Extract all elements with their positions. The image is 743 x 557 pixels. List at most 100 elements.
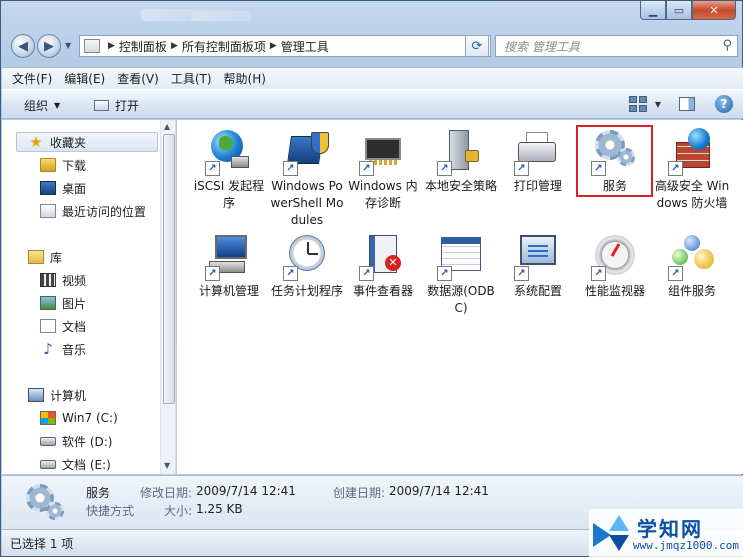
nav-item-music[interactable]: ♪ 音乐 bbox=[40, 339, 86, 359]
breadcrumb-admin-tools[interactable]: 管理工具 bbox=[281, 38, 329, 55]
command-bar: 组织 ▼ 打开 ▼ ? bbox=[2, 89, 743, 119]
nav-item-computer[interactable]: 计算机 bbox=[28, 385, 86, 405]
close-button[interactable]: ✕ bbox=[692, 1, 736, 20]
pictures-icon bbox=[40, 296, 56, 310]
scroll-down-icon[interactable]: ▼ bbox=[164, 461, 170, 470]
nav-item-drive-c[interactable]: Win7 (C:) bbox=[40, 408, 118, 428]
menu-edit[interactable]: 编辑(E) bbox=[64, 70, 105, 87]
nav-item-libraries[interactable]: 库 bbox=[28, 247, 62, 267]
nav-label: 最近访问的位置 bbox=[62, 204, 147, 219]
services-gear-icon: ↗ bbox=[591, 128, 639, 176]
search-input[interactable]: 搜索 管理工具 ⚲ bbox=[495, 35, 738, 57]
details-name: 服务 bbox=[86, 486, 111, 500]
document-icon bbox=[40, 319, 56, 333]
nav-item-favorites[interactable]: ★ 收藏夹 bbox=[28, 132, 86, 152]
change-view-icon[interactable] bbox=[628, 96, 647, 112]
memory-chip-icon: ↗ bbox=[359, 128, 407, 176]
firewall-icon: ↗ bbox=[668, 128, 716, 176]
menu-view[interactable]: 查看(V) bbox=[117, 70, 159, 87]
iscsi-icon: ↗ bbox=[205, 128, 253, 176]
open-button[interactable]: 打开 bbox=[94, 97, 139, 114]
nav-item-drive-e[interactable]: 文档 (E:) bbox=[40, 454, 111, 474]
item-services[interactable]: ↗ 服务 bbox=[577, 128, 653, 195]
item-label: 计算机管理 bbox=[198, 284, 259, 298]
chevron-right-icon[interactable]: ▶ bbox=[171, 41, 178, 51]
breadcrumb-all-items[interactable]: 所有控制面板项 bbox=[182, 38, 266, 55]
details-size-label: 大小: bbox=[164, 504, 193, 518]
windows-drive-icon bbox=[40, 411, 56, 425]
maximize-button[interactable]: ▭ bbox=[666, 1, 692, 20]
library-icon bbox=[28, 250, 44, 264]
minimize-button[interactable]: ▁ bbox=[640, 1, 666, 20]
scroll-up-icon[interactable]: ▲ bbox=[164, 122, 170, 131]
item-label: Windows PowerShell Modules bbox=[270, 179, 344, 227]
item-component-services[interactable]: ↗ 组件服务 bbox=[654, 233, 730, 300]
nav-item-videos[interactable]: 视频 bbox=[40, 270, 86, 290]
nav-scrollbar[interactable]: ▲ ▼ bbox=[160, 120, 175, 474]
music-note-icon: ♪ bbox=[43, 340, 53, 358]
services-gear-icon bbox=[24, 482, 64, 522]
item-odbc[interactable]: ↗ 数据源(ODBC) bbox=[423, 233, 499, 317]
item-memory-diagnostic[interactable]: ↗ Windows 内存诊断 bbox=[345, 128, 421, 212]
item-print-management[interactable]: ↗ 打印管理 bbox=[500, 128, 576, 195]
item-label: Windows 内存诊断 bbox=[348, 179, 418, 210]
menu-help[interactable]: 帮助(H) bbox=[224, 70, 266, 87]
nav-label: 音乐 bbox=[62, 342, 87, 357]
nav-item-recent[interactable]: 最近访问的位置 bbox=[40, 201, 146, 221]
title-bar[interactable]: ▁ ▭ ✕ bbox=[1, 1, 742, 31]
item-firewall[interactable]: ↗ 高级安全 Windows 防火墙 bbox=[654, 128, 730, 212]
item-computer-management[interactable]: ↗ 计算机管理 bbox=[191, 233, 267, 300]
menu-file[interactable]: 文件(F) bbox=[12, 70, 52, 87]
search-icon[interactable]: ⚲ bbox=[722, 38, 732, 53]
item-label: 任务计划程序 bbox=[270, 284, 343, 298]
nav-item-pictures[interactable]: 图片 bbox=[40, 293, 86, 313]
help-icon[interactable]: ? bbox=[715, 95, 733, 113]
address-bar[interactable]: ▶ 控制面板 ▶ 所有控制面板项 ▶ 管理工具 ▼ bbox=[79, 35, 491, 57]
back-button[interactable]: ◀ bbox=[11, 34, 35, 58]
item-performance-monitor[interactable]: ↗ 性能监视器 bbox=[577, 233, 653, 300]
item-event-viewer[interactable]: ✕ ↗ 事件查看器 bbox=[345, 233, 421, 300]
item-local-security-policy[interactable]: ↗ 本地安全策略 bbox=[423, 128, 499, 195]
nav-label: Win7 (C:) bbox=[62, 411, 118, 425]
item-label: 高级安全 Windows 防火墙 bbox=[654, 179, 730, 210]
menu-tools[interactable]: 工具(T) bbox=[171, 70, 212, 87]
hard-drive-icon bbox=[40, 436, 56, 446]
breadcrumb-control-panel[interactable]: 控制面板 bbox=[119, 38, 167, 55]
item-system-configuration[interactable]: ↗ 系统配置 bbox=[500, 233, 576, 300]
security-policy-icon: ↗ bbox=[437, 128, 485, 176]
watermark-logo bbox=[593, 515, 629, 551]
item-label: 系统配置 bbox=[513, 284, 562, 298]
forward-button[interactable]: ▶ bbox=[37, 34, 61, 58]
explorer-window: ▁ ▭ ✕ ◀ ▶ ▼ ▶ 控制面板 ▶ 所有控制面板项 ▶ 管理工具 ▼ ⟳ … bbox=[0, 0, 743, 557]
component-services-icon: ↗ bbox=[668, 233, 716, 281]
recent-pages-dropdown[interactable]: ▼ bbox=[65, 41, 71, 50]
refresh-button[interactable]: ⟳ bbox=[465, 35, 489, 57]
watermark: 学知网 www.jmqz1000.com bbox=[589, 509, 743, 557]
item-label: 组件服务 bbox=[667, 284, 716, 298]
nav-item-desktop[interactable]: 桌面 bbox=[40, 178, 86, 198]
item-task-scheduler[interactable]: ↗ 任务计划程序 bbox=[269, 233, 345, 300]
preview-pane-icon[interactable] bbox=[679, 97, 695, 111]
nav-item-downloads[interactable]: 下载 bbox=[40, 155, 86, 175]
database-icon: ↗ bbox=[437, 233, 485, 281]
computer-management-icon: ↗ bbox=[205, 233, 253, 281]
nav-item-drive-d[interactable]: 软件 (D:) bbox=[40, 431, 112, 451]
menu-bar: 文件(F) 编辑(E) 查看(V) 工具(T) 帮助(H) bbox=[2, 67, 743, 89]
organize-button[interactable]: 组织 ▼ bbox=[24, 97, 60, 114]
item-label: 服务 bbox=[602, 179, 627, 193]
scrollbar-thumb[interactable] bbox=[163, 134, 175, 404]
item-label: 本地安全策略 bbox=[424, 179, 497, 193]
downloads-folder-icon bbox=[40, 158, 56, 172]
system-config-icon: ↗ bbox=[514, 233, 562, 281]
chevron-right-icon[interactable]: ▶ bbox=[108, 41, 115, 51]
nav-item-documents[interactable]: 文档 bbox=[40, 316, 86, 336]
recent-places-icon bbox=[40, 204, 56, 218]
item-powershell-modules[interactable]: ↗ Windows PowerShell Modules bbox=[269, 128, 345, 229]
chevron-right-icon[interactable]: ▶ bbox=[270, 41, 277, 51]
details-created-value: 2009/7/14 12:41 bbox=[389, 484, 489, 498]
nav-label: 文档 bbox=[62, 319, 87, 334]
view-options-dropdown[interactable]: ▼ bbox=[655, 100, 661, 109]
hard-drive-icon bbox=[40, 459, 56, 469]
item-iscsi[interactable]: ↗ iSCSI 发起程序 bbox=[191, 128, 267, 212]
item-label: iSCSI 发起程序 bbox=[193, 179, 265, 210]
